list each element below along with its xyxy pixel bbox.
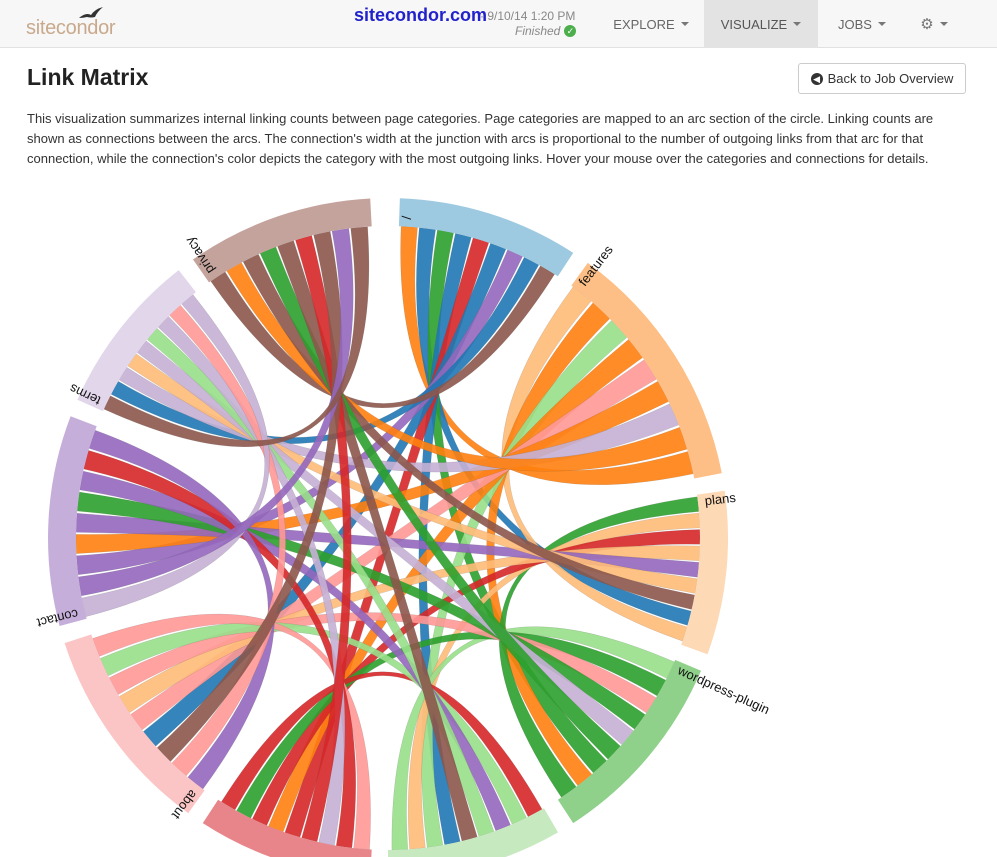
link-matrix-chart: /featuresplanswordpress-pluginaboutconta… (35, 198, 772, 857)
category-label[interactable]: plans (704, 490, 737, 508)
chord-ribbons (75, 226, 701, 851)
